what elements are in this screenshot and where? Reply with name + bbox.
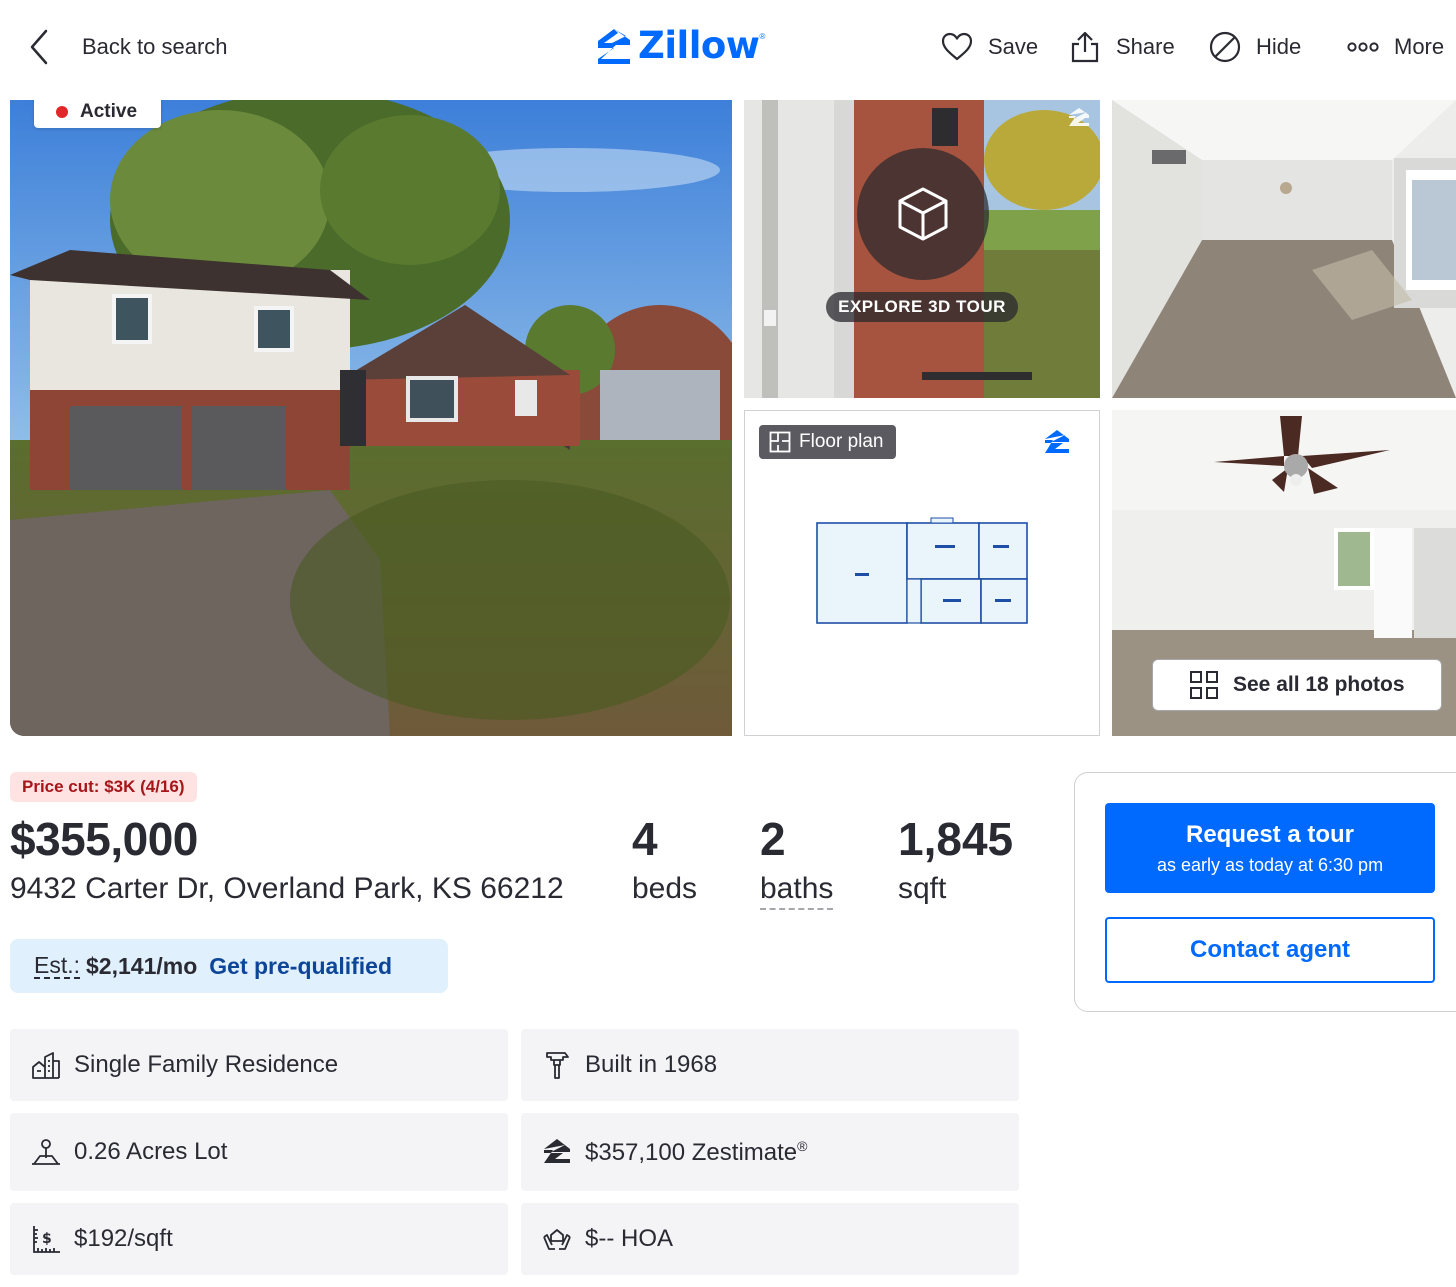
- main-listing-photo[interactable]: Active: [10, 100, 732, 736]
- explore-3d-tour-label[interactable]: EXPLORE 3D TOUR: [826, 292, 1018, 322]
- more-icon: [1347, 42, 1379, 52]
- fact-zestimate[interactable]: $357,100 Zestimate®: [521, 1113, 1019, 1191]
- estimate-value: $2,141/mo: [86, 952, 198, 979]
- svg-text:$: $: [42, 1231, 52, 1247]
- zillow-watermark-icon: [1069, 108, 1089, 126]
- floor-plan-thumbnail[interactable]: Floor plan: [744, 410, 1100, 736]
- price-per-sqft-icon: $: [33, 1226, 60, 1253]
- cube-icon: [898, 187, 948, 241]
- status-dot: [56, 106, 68, 118]
- living-room-thumbnail[interactable]: [1112, 100, 1456, 398]
- get-pre-qualified-link[interactable]: Get pre-qualified: [209, 953, 392, 980]
- fact-zestimate-text: $357,100 Zestimate®: [585, 1138, 807, 1167]
- bedroom-thumbnail[interactable]: See all 18 photos: [1112, 410, 1456, 736]
- see-all-photos-label: See all 18 photos: [1233, 673, 1405, 696]
- fact-home-type-text: Single Family Residence: [74, 1051, 339, 1078]
- status-badge: Active: [34, 100, 161, 128]
- hoa-icon: [543, 1229, 571, 1250]
- contact-agent-button[interactable]: Contact agent: [1105, 917, 1435, 983]
- zillow-logo[interactable]: Zillow ®: [596, 24, 765, 67]
- living-room-image: [1112, 100, 1456, 398]
- home-type-icon: [32, 1052, 60, 1079]
- price-cut-label: Price cut: $3K (4/16): [22, 777, 185, 796]
- hide-icon: [1209, 31, 1241, 63]
- baths-value: 2: [760, 813, 786, 865]
- zestimate-value: $357,100 Zestimate: [585, 1138, 798, 1166]
- save-button[interactable]: Save: [940, 26, 1038, 68]
- fact-year-built-text: Built in 1968: [585, 1051, 718, 1078]
- contact-card: Request a tour as early as today at 6:30…: [1074, 772, 1456, 1012]
- beds-stat: 4 beds: [632, 812, 697, 906]
- baths-stat[interactable]: 2 baths: [760, 812, 834, 910]
- top-nav: Back to search Zillow ® Save Share Hide …: [0, 0, 1456, 96]
- status-label: Active: [80, 101, 138, 122]
- zestimate-icon: [544, 1139, 570, 1163]
- floor-plan-icon: [769, 431, 791, 453]
- sqft-label: sqft: [898, 872, 947, 905]
- listing-address: 9432 Carter Dr, Overland Park, KS 66212: [10, 872, 564, 905]
- sqft-value: 1,845: [898, 813, 1014, 865]
- fact-price-per-sqft: $ $192/sqft: [10, 1203, 508, 1275]
- request-tour-button[interactable]: Request a tour as early as today at 6:30…: [1105, 803, 1435, 893]
- floor-plan-label: Floor plan: [799, 431, 884, 452]
- request-tour-label: Request a tour: [1185, 821, 1355, 848]
- logo-text: Zillow: [638, 24, 760, 67]
- floor-plan-drawing: [816, 517, 1028, 624]
- save-label: Save: [988, 34, 1039, 59]
- grid-icon: [1190, 671, 1218, 699]
- price-cut-badge: Price cut: $3K (4/16): [10, 772, 197, 802]
- 3d-tour-button[interactable]: [857, 148, 989, 280]
- back-label: Back to search: [82, 34, 228, 59]
- zillow-mark-icon: [1045, 430, 1069, 453]
- estimate-label[interactable]: Est.:: [34, 953, 81, 979]
- beds-value: 4: [632, 813, 658, 865]
- request-tour-sublabel: as early as today at 6:30 pm: [1156, 855, 1384, 875]
- share-icon: [1071, 31, 1099, 63]
- fact-home-type: Single Family Residence: [10, 1029, 508, 1101]
- 3d-tour-thumbnail[interactable]: EXPLORE 3D TOUR: [744, 100, 1100, 398]
- fact-lot-size: 0.26 Acres Lot: [10, 1113, 508, 1191]
- zillow-logo-icon: [598, 28, 630, 64]
- fact-lot-size-text: 0.26 Acres Lot: [74, 1138, 228, 1165]
- baths-label[interactable]: baths: [760, 872, 834, 910]
- listing-price: $355,000: [10, 813, 198, 865]
- more-label: More: [1394, 34, 1445, 59]
- payment-estimate-banner: Est.: $2,141/mo Get pre-qualified: [10, 939, 448, 993]
- fact-year-built: Built in 1968: [521, 1029, 1019, 1101]
- beds-label: beds: [632, 872, 698, 905]
- more-button[interactable]: More: [1346, 26, 1444, 68]
- fact-hoa-text: $-- HOA: [585, 1225, 674, 1252]
- hide-button[interactable]: Hide: [1208, 26, 1301, 68]
- lot-icon: [32, 1139, 60, 1165]
- hammer-icon: [546, 1052, 569, 1079]
- chevron-left-icon: [30, 29, 48, 65]
- heart-icon: [941, 32, 973, 61]
- see-all-photos-button[interactable]: See all 18 photos: [1152, 659, 1442, 711]
- share-button[interactable]: Share: [1068, 26, 1175, 68]
- trademark-mark: ®: [759, 32, 766, 41]
- sqft-stat: 1,845 sqft: [898, 812, 1013, 906]
- floor-plan-badge: Floor plan: [759, 425, 896, 459]
- share-label: Share: [1116, 34, 1175, 59]
- fact-price-per-sqft-text: $192/sqft: [74, 1225, 173, 1252]
- registered-mark: ®: [797, 1137, 808, 1154]
- fact-hoa: $-- HOA: [521, 1203, 1019, 1275]
- back-to-search-link[interactable]: Back to search: [26, 26, 228, 68]
- house-exterior-image: [10, 100, 732, 736]
- hide-label: Hide: [1256, 34, 1302, 59]
